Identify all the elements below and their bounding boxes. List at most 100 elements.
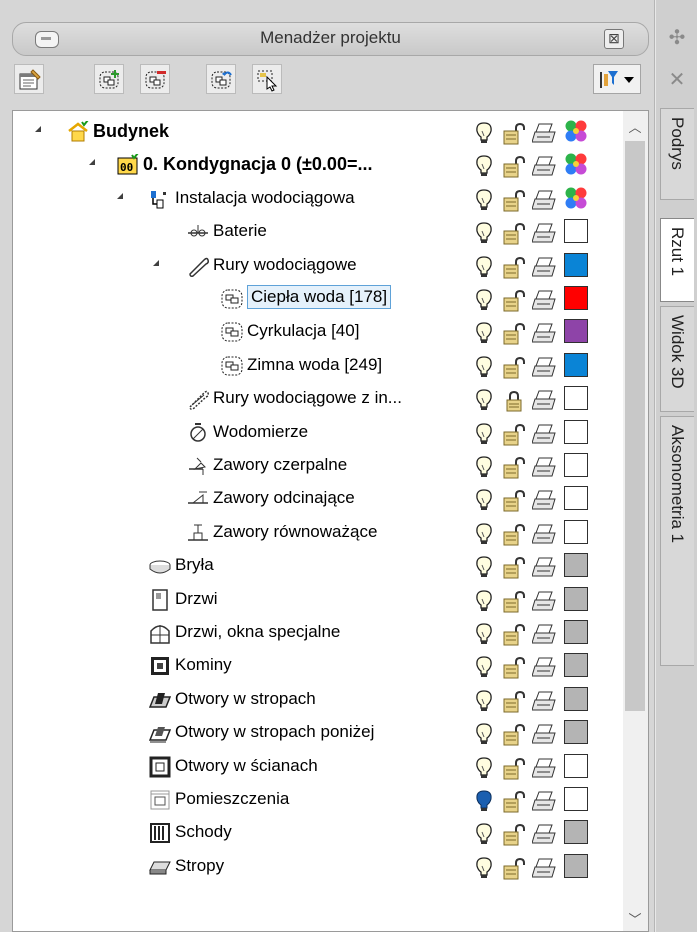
tree-row-label[interactable]: Zawory odcinające: [213, 488, 355, 508]
visibility-bulb-icon[interactable]: [474, 288, 494, 312]
tree-row-label[interactable]: Ciepła woda [178]: [247, 285, 392, 309]
lock-open-icon[interactable]: [502, 356, 526, 379]
lock-open-icon[interactable]: [502, 557, 526, 579]
layer-color-swatch[interactable]: [564, 620, 588, 644]
tree-row-label[interactable]: Cyrkulacja [40]: [247, 321, 359, 341]
tree-row[interactable]: Schody: [13, 816, 623, 849]
layer-color-swatch[interactable]: [564, 653, 588, 678]
tree-row[interactable]: Zimna woda [249]: [13, 349, 623, 382]
tree-row-label[interactable]: Baterie: [213, 221, 267, 241]
lock-open-icon[interactable]: [502, 590, 526, 613]
project-tree[interactable]: Budynek 00 0. Kondygnacja 0 (±0.00=... Inst…: [12, 110, 623, 932]
multi-color-icon[interactable]: [564, 186, 588, 210]
multi-color-icon[interactable]: [564, 152, 588, 176]
tree-row-label[interactable]: Instalacja wodociągowa: [175, 188, 355, 208]
printer-icon[interactable]: [531, 356, 556, 378]
layer-color-swatch[interactable]: [564, 219, 588, 244]
visibility-bulb-icon[interactable]: [474, 255, 494, 279]
lock-open-icon[interactable]: [502, 657, 526, 679]
printer-icon[interactable]: [531, 857, 556, 879]
lock-open-icon[interactable]: [502, 490, 526, 512]
lock-open-icon[interactable]: [502, 289, 526, 312]
tree-row-label[interactable]: Rury wodociągowe: [213, 255, 357, 275]
layer-color-swatch[interactable]: [564, 486, 588, 511]
tree-row-label[interactable]: Zimna woda [249]: [247, 355, 382, 375]
tree-row-label[interactable]: Stropy: [175, 856, 224, 876]
tree-row[interactable]: Pomieszczenia: [13, 783, 623, 816]
visibility-bulb-icon[interactable]: [474, 422, 494, 446]
lock-open-icon[interactable]: [502, 156, 526, 178]
view-tab[interactable]: Rzut 1: [660, 218, 694, 302]
layer-color-swatch[interactable]: [564, 386, 588, 411]
visibility-bulb-icon[interactable]: [474, 555, 494, 579]
lock-open-icon[interactable]: [502, 857, 526, 880]
scroll-thumb[interactable]: [625, 141, 645, 711]
tree-row-label[interactable]: Otwory w stropach poniżej: [175, 722, 374, 742]
visibility-bulb-icon[interactable]: [474, 355, 494, 379]
visibility-bulb-icon[interactable]: [474, 722, 494, 746]
visibility-bulb-icon[interactable]: [474, 522, 494, 546]
expanded-toggle-icon[interactable]: [117, 192, 123, 199]
visibility-bulb-icon[interactable]: [474, 856, 494, 880]
layer-color-swatch[interactable]: [564, 787, 588, 811]
tree-row-label[interactable]: Drzwi, okna specjalne: [175, 622, 340, 642]
printer-icon[interactable]: [531, 456, 556, 478]
layer-color-swatch[interactable]: [564, 286, 588, 310]
visibility-bulb-icon[interactable]: [474, 221, 494, 245]
tree-row[interactable]: Otwory w stropach: [13, 683, 623, 716]
tree-row[interactable]: Rury wodociągowe z in...: [13, 382, 623, 415]
close-x-icon[interactable]: ✕: [667, 70, 687, 90]
layer-color-swatch[interactable]: [564, 753, 588, 778]
printer-icon[interactable]: [531, 590, 556, 612]
visibility-bulb-icon[interactable]: [474, 622, 494, 646]
lock-open-icon[interactable]: [502, 623, 526, 646]
tree-row[interactable]: Otwory w stropach poniżej: [13, 716, 623, 749]
properties-button[interactable]: [14, 64, 44, 94]
tree-row[interactable]: Wodomierze: [13, 416, 623, 449]
visibility-bulb-icon[interactable]: [474, 388, 494, 412]
visibility-bulb-icon[interactable]: [474, 188, 494, 212]
printer-icon[interactable]: [531, 289, 556, 311]
lock-open-icon[interactable]: [502, 256, 526, 279]
tree-row[interactable]: Ciepła woda [178]: [13, 282, 623, 315]
expanded-toggle-icon[interactable]: [35, 126, 41, 132]
tree-row[interactable]: Drzwi: [13, 583, 623, 616]
visibility-bulb-icon[interactable]: [474, 589, 494, 613]
printer-icon[interactable]: [531, 189, 556, 211]
tree-row[interactable]: Zawory czerpalne: [13, 449, 623, 482]
printer-icon[interactable]: [531, 155, 556, 177]
tree-row[interactable]: 00 0. Kondygnacja 0 (±0.00=...: [13, 148, 623, 181]
layer-color-swatch[interactable]: [564, 352, 588, 377]
scroll-down-icon[interactable]: ﹀: [623, 909, 647, 927]
printer-icon[interactable]: [531, 222, 556, 244]
view-tab[interactable]: Podrys: [660, 108, 694, 200]
visibility-bulb-icon[interactable]: [474, 121, 494, 145]
tree-row[interactable]: Budynek: [13, 115, 623, 148]
visibility-bulb-icon[interactable]: [474, 655, 494, 679]
filter-dropdown[interactable]: [593, 64, 641, 94]
tree-row-label[interactable]: Otwory w stropach: [175, 689, 316, 709]
printer-icon[interactable]: [531, 122, 556, 144]
layer-color-swatch[interactable]: [564, 720, 588, 745]
tree-row-label[interactable]: Zawory czerpalne: [213, 455, 347, 475]
layer-color-swatch[interactable]: [564, 519, 588, 544]
multi-color-icon[interactable]: [564, 119, 588, 143]
tree-row[interactable]: Drzwi, okna specjalne: [13, 616, 623, 649]
panel-close-button[interactable]: ⊠: [604, 29, 624, 49]
layer-color-swatch[interactable]: [564, 319, 588, 344]
lock-open-icon[interactable]: [502, 456, 526, 479]
layer-color-swatch[interactable]: [564, 853, 588, 878]
tree-row-label[interactable]: Drzwi: [175, 589, 218, 609]
printer-icon[interactable]: [531, 523, 556, 545]
add-layer-button[interactable]: [94, 64, 124, 94]
scroll-up-icon[interactable]: ︿: [623, 117, 647, 135]
tree-row-label[interactable]: Pomieszczenia: [175, 789, 289, 809]
printer-icon[interactable]: [531, 623, 556, 645]
tree-row[interactable]: Otwory w ścianach: [13, 750, 623, 783]
printer-icon[interactable]: [531, 757, 556, 779]
lock-open-icon[interactable]: [502, 724, 526, 746]
lock-closed-icon[interactable]: [502, 390, 526, 412]
printer-icon[interactable]: [531, 656, 556, 678]
visibility-bulb-icon[interactable]: [474, 822, 494, 846]
lock-open-icon[interactable]: [502, 790, 526, 813]
